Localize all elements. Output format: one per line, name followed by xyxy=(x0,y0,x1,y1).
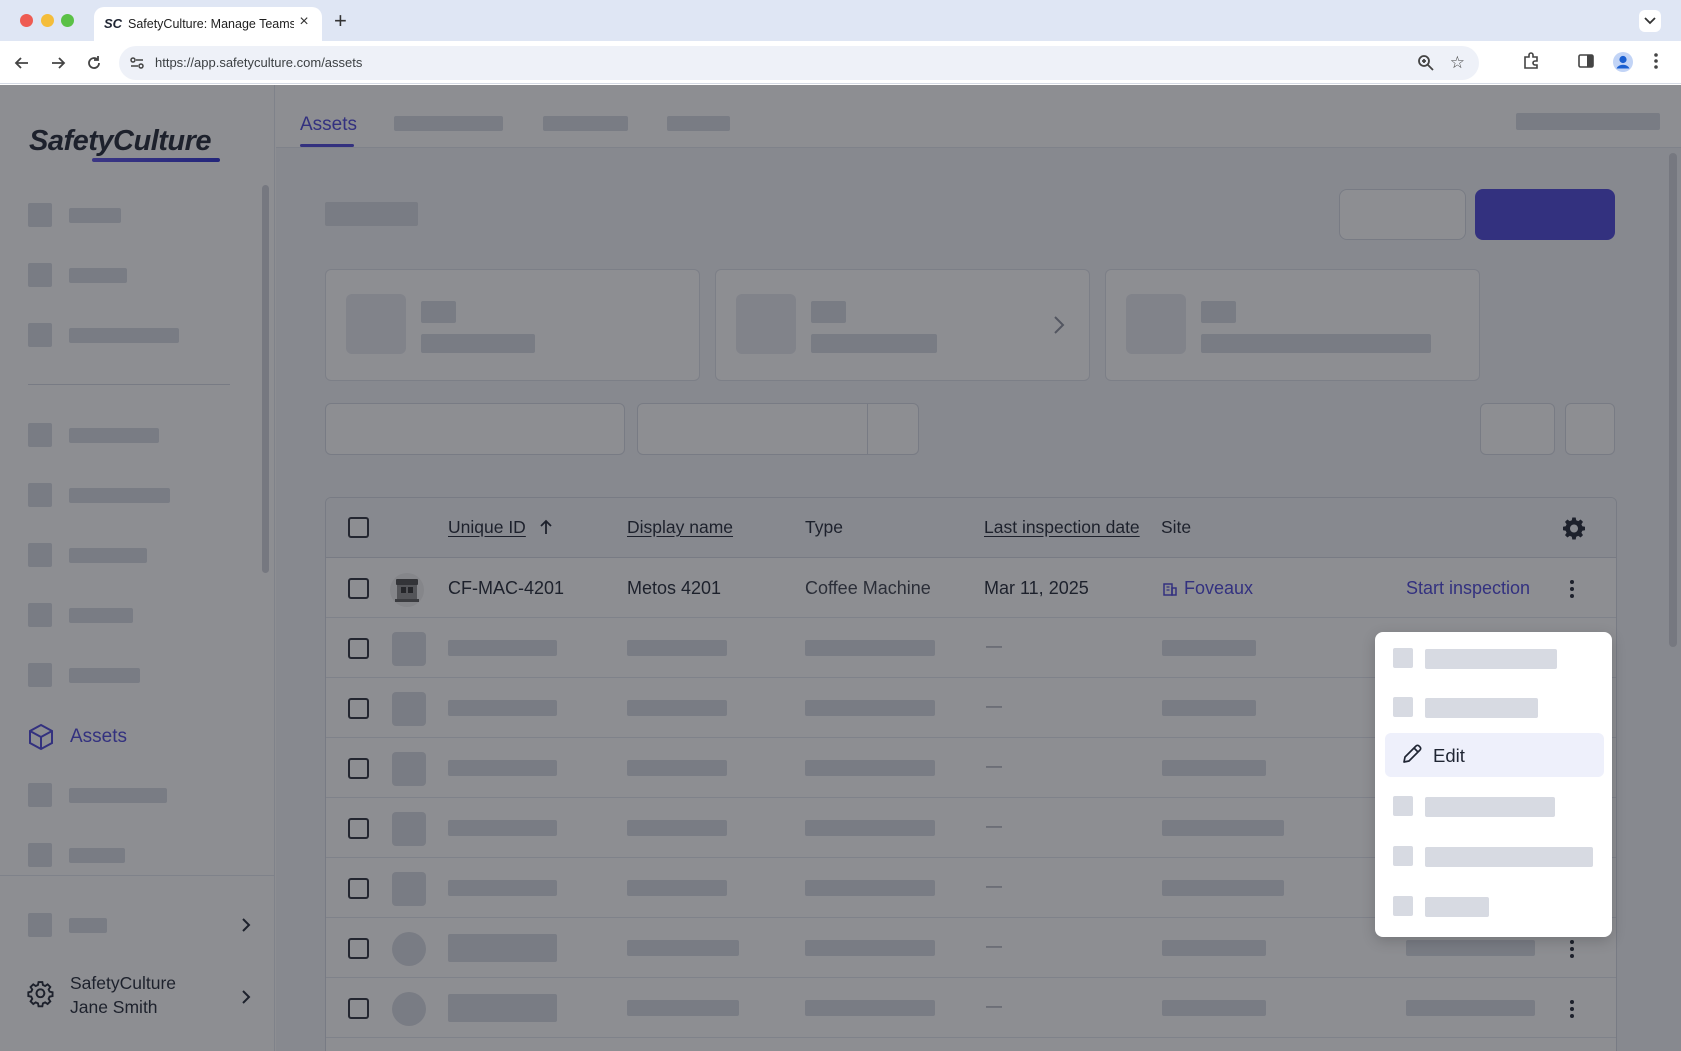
back-button[interactable] xyxy=(10,51,34,75)
extensions-icon[interactable] xyxy=(1521,51,1541,71)
placeholder-label xyxy=(1425,649,1557,669)
browser-tab-bar: SC SafetyCulture: Manage Teams and... × … xyxy=(0,0,1681,41)
placeholder-icon xyxy=(1393,697,1413,717)
url-text: https://app.safetyculture.com/assets xyxy=(155,55,362,70)
arrow-right-icon xyxy=(50,55,66,71)
window-close-button[interactable] xyxy=(20,14,33,27)
placeholder-icon xyxy=(1393,896,1413,916)
address-bar[interactable]: https://app.safetyculture.com/assets ☆ xyxy=(119,46,1479,80)
profile-avatar-icon[interactable] xyxy=(1612,51,1634,73)
placeholder-label xyxy=(1425,698,1538,718)
reload-button[interactable] xyxy=(82,51,106,75)
placeholder-icon xyxy=(1393,648,1413,668)
pencil-icon xyxy=(1401,743,1423,765)
arrow-left-icon xyxy=(14,55,30,71)
tab-search-button[interactable] xyxy=(1639,10,1661,32)
tab-close-icon[interactable]: × xyxy=(294,13,314,31)
menu-item-edit[interactable]: Edit xyxy=(1378,727,1611,783)
tab-title: SafetyCulture: Manage Teams and... xyxy=(128,17,294,31)
reload-icon xyxy=(86,55,102,71)
menu-item-edit-highlight: Edit xyxy=(1385,733,1604,777)
window-maximize-button[interactable] xyxy=(61,14,74,27)
chevron-down-icon xyxy=(1644,16,1656,26)
new-tab-icon[interactable]: + xyxy=(334,8,347,34)
placeholder-icon xyxy=(1393,796,1413,816)
forward-button[interactable] xyxy=(46,51,70,75)
window-minimize-button[interactable] xyxy=(41,14,54,27)
placeholder-label xyxy=(1425,897,1489,917)
browser-tab[interactable]: SC SafetyCulture: Manage Teams and... × xyxy=(94,7,322,41)
browser-toolbar: https://app.safetyculture.com/assets ☆ xyxy=(0,41,1681,84)
placeholder-label xyxy=(1425,797,1555,817)
row-actions-menu xyxy=(1375,632,1612,937)
browser-menu-icon[interactable] xyxy=(1652,51,1660,71)
menu-item-edit-label: Edit xyxy=(1433,745,1465,767)
side-panel-icon[interactable] xyxy=(1576,51,1596,71)
site-settings-icon[interactable] xyxy=(129,55,145,71)
zoom-icon[interactable] xyxy=(1417,54,1435,72)
tab-favicon-icon: SC xyxy=(104,16,122,31)
placeholder-label xyxy=(1425,847,1593,867)
bookmark-star-icon[interactable]: ☆ xyxy=(1450,53,1465,73)
placeholder-icon xyxy=(1393,846,1413,866)
